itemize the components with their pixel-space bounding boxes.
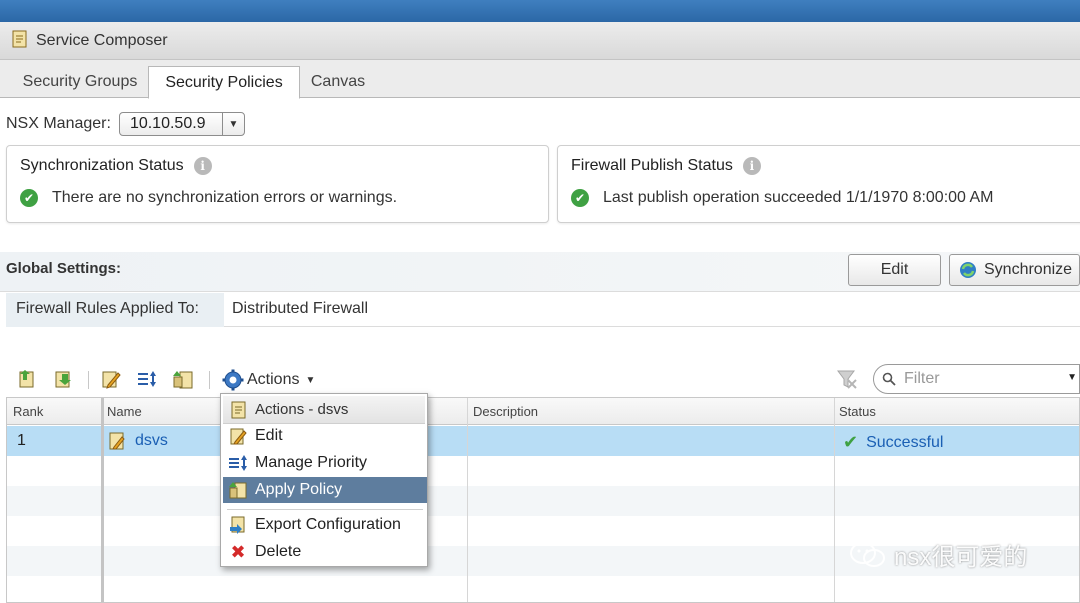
firewall-rules-value: Distributed Firewall [232, 300, 369, 317]
tab-canvas[interactable]: Canvas [300, 66, 376, 98]
sync-status-panel: Synchronization Status i ✔ There are no sy… [6, 145, 549, 223]
column-header-name[interactable]: Name [107, 404, 142, 419]
column-header-description[interactable]: Description [473, 404, 538, 419]
menu-item-edit[interactable]: Edit [223, 423, 427, 449]
chevron-down-icon[interactable]: ▼ [1067, 372, 1077, 383]
actions-menu-button[interactable]: Actions ▼ [222, 369, 315, 391]
menu-item-delete[interactable]: ✖ Delete [223, 539, 427, 565]
tab-security-groups[interactable]: Security Groups [12, 66, 148, 98]
actions-context-menu: Actions - dsvs Edit Manage Priority Appl… [220, 393, 428, 567]
info-icon[interactable]: i [193, 157, 212, 175]
synchronize-button[interactable]: Synchronize [949, 254, 1080, 286]
tab-bar: Security Groups Security Policies Canvas [0, 60, 1080, 99]
global-settings-label: Global Settings: [6, 260, 122, 277]
chevron-down-icon[interactable]: ▼ [221, 113, 244, 135]
nsx-manager-value: 10.10.50.9 [129, 115, 206, 132]
delete-icon: ✖ [230, 541, 246, 562]
table-row-empty [7, 576, 1079, 602]
title-bar: Service Composer [0, 22, 1080, 60]
menu-separator [227, 509, 423, 510]
manage-priority-icon[interactable] [136, 368, 158, 390]
edit-policy-icon[interactable] [100, 368, 122, 390]
nsx-manager-selector: NSX Manager: 10.10.50.9 ▼ [6, 112, 245, 136]
status-text: Successful [866, 433, 944, 451]
toolbar-separator [88, 371, 89, 389]
edit-icon [227, 426, 249, 446]
firewall-publish-panel: Firewall Publish Status i ✔ Last publish o… [557, 145, 1080, 223]
table-row[interactable]: 1 dsvs ✔ Successful [7, 426, 1079, 456]
filter-input[interactable]: Filter ▼ [873, 364, 1080, 394]
manage-priority-icon [227, 453, 249, 473]
service-composer-icon [10, 29, 30, 53]
table-row-empty [7, 486, 1079, 516]
tab-security-policies[interactable]: Security Policies [148, 66, 300, 99]
sync-status-title: Synchronization Status [20, 157, 184, 174]
create-policy-icon[interactable] [16, 368, 38, 390]
watermark-text: nsx很可爱的 [894, 544, 1028, 571]
firewall-status-title: Firewall Publish Status [571, 157, 733, 174]
gear-icon [222, 369, 244, 391]
column-divider[interactable] [467, 398, 468, 602]
sync-icon [958, 260, 978, 280]
check-circle-icon: ✔ [571, 189, 589, 207]
export-icon [227, 515, 249, 535]
sync-status-message: There are no synchronization errors or w… [52, 189, 398, 206]
check-circle-icon: ✔ [20, 189, 38, 207]
window-title: Service Composer [36, 31, 168, 49]
column-header-status[interactable]: Status [839, 404, 876, 419]
synchronize-label: Synchronize [984, 261, 1073, 278]
watermark: nsx很可爱的 [848, 537, 1027, 572]
rank-cell: 1 [17, 432, 26, 449]
search-icon [882, 372, 896, 386]
menu-item-manage-priority[interactable]: Manage Priority [223, 450, 427, 476]
menu-item-label: Export Configuration [255, 516, 401, 533]
firewall-status-message: Last publish operation succeeded 1/1/197… [603, 189, 994, 206]
actions-label: Actions [247, 371, 300, 388]
firewall-rules-key: Firewall Rules Applied To: [6, 293, 224, 327]
menu-item-export-configuration[interactable]: Export Configuration [223, 512, 427, 538]
import-policy-icon[interactable] [52, 368, 74, 390]
menu-item-label: Manage Priority [255, 454, 368, 471]
column-divider[interactable] [101, 398, 104, 602]
menu-item-label: Edit [255, 427, 283, 444]
table-header: Rank Name Description Status [7, 398, 1079, 425]
chevron-down-icon: ▼ [305, 374, 316, 386]
context-menu-header: Actions - dsvs [223, 396, 425, 424]
top-banner [0, 0, 1080, 22]
policy-name-link[interactable]: dsvs [135, 432, 168, 450]
policy-icon [229, 400, 249, 420]
check-icon: ✔ [843, 432, 859, 452]
filter-placeholder: Filter [904, 370, 940, 387]
name-cell: dsvs [107, 431, 168, 451]
menu-item-apply-policy[interactable]: Apply Policy [223, 477, 427, 503]
policy-icon [107, 431, 127, 451]
column-header-rank[interactable]: Rank [13, 404, 43, 419]
apply-policy-icon[interactable] [172, 368, 194, 390]
context-menu-title: Actions - dsvs [255, 401, 349, 418]
menu-item-label: Delete [255, 543, 302, 560]
global-settings-bar: Global Settings: Edit Synchronize [0, 252, 1080, 292]
info-icon[interactable]: i [742, 157, 761, 175]
status-cell: ✔ Successful [843, 432, 943, 453]
table-row-empty [7, 456, 1079, 486]
policy-toolbar: Actions ▼ Filter ▼ [0, 362, 1080, 396]
wechat-icon [848, 540, 888, 570]
apply-policy-icon [227, 480, 249, 500]
clear-filter-icon[interactable] [836, 368, 858, 390]
nsx-manager-dropdown[interactable]: 10.10.50.9 ▼ [118, 112, 245, 136]
menu-item-label: Apply Policy [255, 481, 343, 498]
firewall-rules-row: Firewall Rules Applied To: Distributed F… [6, 293, 1080, 327]
column-divider[interactable] [834, 398, 835, 602]
toolbar-separator [209, 371, 210, 389]
edit-button[interactable]: Edit [848, 254, 941, 286]
nsx-manager-label: NSX Manager: [6, 115, 111, 132]
policy-table: Rank Name Description Status 1 dsvs ✔ Su… [6, 397, 1080, 603]
